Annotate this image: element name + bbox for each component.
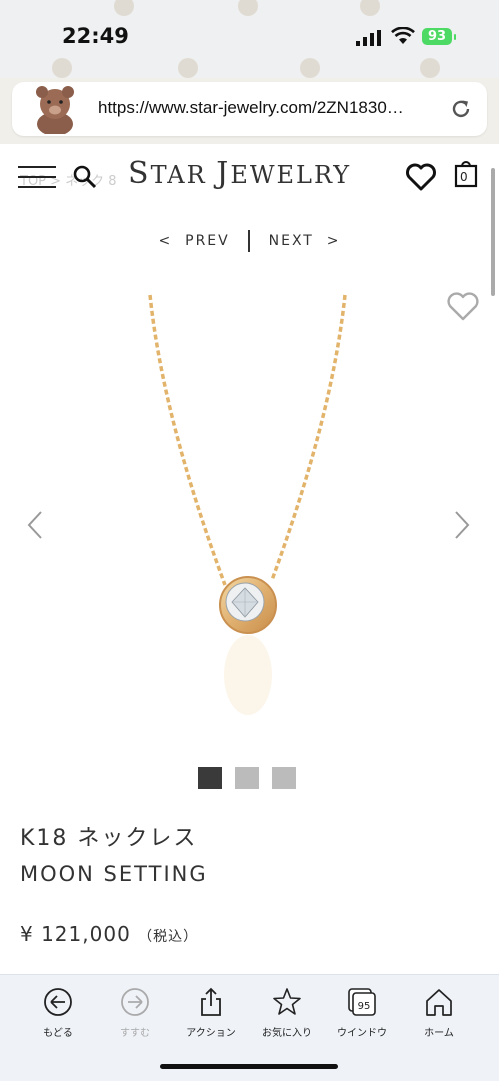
menu-icon[interactable]: [18, 166, 56, 188]
battery-indicator: 93: [422, 28, 456, 45]
share-icon: [201, 987, 221, 1016]
next-label: NEXT: [268, 233, 314, 249]
back-icon: [44, 988, 72, 1016]
search-icon[interactable]: [72, 164, 98, 190]
home-icon: [426, 989, 452, 1016]
bookmarks-label: お気に入り: [262, 1028, 312, 1039]
forward-label: すすむ: [120, 1028, 150, 1039]
url-text[interactable]: https://www.star-jewelry.com/2ZN1830…: [98, 98, 404, 118]
back-button[interactable]: もどる: [23, 987, 93, 1039]
address-bar[interactable]: https://www.star-jewelry.com/2ZN1830…: [12, 82, 487, 136]
windows-button[interactable]: 95 ウインドウ: [327, 987, 397, 1039]
product-pager: < PREV NEXT >: [0, 230, 499, 252]
carousel-dot-1[interactable]: [198, 767, 222, 789]
reload-icon[interactable]: [449, 97, 473, 121]
next-link[interactable]: NEXT >: [269, 233, 341, 249]
carousel-dot-2[interactable]: [235, 767, 259, 789]
forward-icon: [121, 988, 149, 1016]
logo-text-ewelry: EWELRY: [230, 161, 352, 189]
carousel-indicators: [198, 767, 309, 793]
home-label: ホーム: [424, 1028, 454, 1039]
carousel-dot-3[interactable]: [272, 767, 296, 789]
logo-text-tar: TAR: [150, 161, 217, 189]
cellular-signal-icon: [356, 30, 381, 46]
product-image[interactable]: [0, 280, 499, 750]
product-name-en: MOON SETTING: [20, 862, 208, 886]
forward-button[interactable]: すすむ: [100, 987, 170, 1039]
tabs-icon: 95: [348, 988, 376, 1016]
carousel-prev-icon[interactable]: [26, 510, 44, 540]
action-label: アクション: [186, 1028, 236, 1039]
wishlist-heart-icon[interactable]: [405, 162, 437, 192]
favorite-heart-icon[interactable]: [446, 292, 480, 322]
windows-label: ウインドウ: [337, 1028, 387, 1039]
windows-count: 95: [358, 1001, 371, 1012]
logo-initial-s: S: [128, 156, 151, 191]
prev-label: PREV: [185, 233, 230, 249]
star-icon: [273, 988, 301, 1015]
cart-icon[interactable]: 0: [454, 158, 478, 188]
carousel-next-icon[interactable]: [453, 510, 471, 540]
teddy-bear-favicon: [36, 86, 74, 134]
bookmarks-button[interactable]: お気に入り: [252, 987, 322, 1039]
prev-link[interactable]: < PREV: [159, 233, 230, 249]
browser-address-area: https://www.star-jewelry.com/2ZN1830…: [0, 78, 499, 144]
logo-initial-j: J: [216, 156, 231, 191]
site-header: TOP > ネック 8 STAR JEWELRY 0: [0, 144, 499, 208]
price-value: ¥ 121,000: [20, 922, 131, 946]
status-bar: 22:49 93: [0, 0, 499, 78]
product-name-jp: K18 ネックレス: [20, 826, 198, 851]
wifi-icon: [391, 27, 415, 44]
back-label: もどる: [43, 1028, 73, 1039]
clock: 22:49: [62, 24, 129, 48]
action-button[interactable]: アクション: [176, 987, 246, 1039]
home-button[interactable]: ホーム: [404, 987, 474, 1039]
pager-divider: [248, 230, 251, 252]
site-logo[interactable]: STAR JEWELRY: [128, 156, 351, 191]
cart-count: 0: [460, 170, 468, 184]
product-price: ¥ 121,000 （税込）: [20, 922, 198, 946]
tax-note: （税込）: [138, 929, 199, 945]
home-indicator: [160, 1064, 338, 1069]
